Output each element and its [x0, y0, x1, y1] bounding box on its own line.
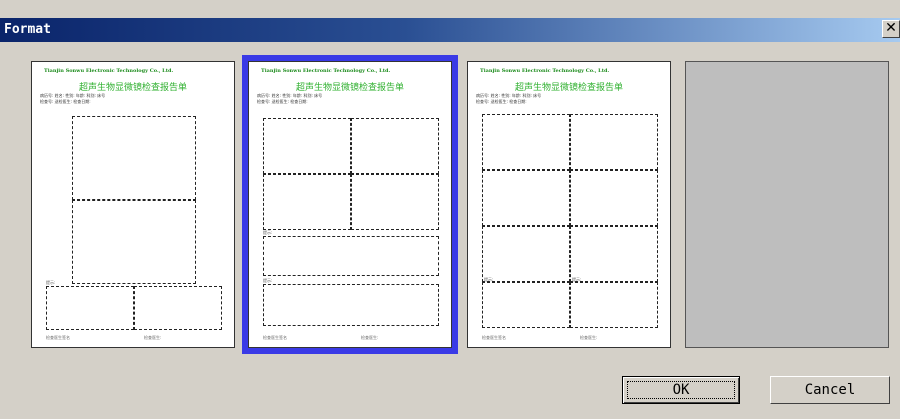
close-icon[interactable]: ✕ [882, 20, 900, 38]
image-slot [570, 170, 658, 226]
company-name: Tianjin Sonwu Electronic Technology Co.,… [44, 68, 174, 74]
footer-left: 检查医生签名 [482, 335, 506, 340]
image-slot [482, 170, 570, 226]
focus-rect [627, 381, 735, 399]
footer-left: 检查医生签名 [46, 335, 70, 340]
text-slot [263, 236, 439, 276]
report-title: 超声生物显微镜检查报告单 [514, 83, 623, 93]
template-option-1[interactable]: Tianjin Sonwu Electronic Technology Co.,… [31, 61, 235, 348]
image-slot [134, 286, 222, 330]
image-slot [570, 282, 658, 328]
image-slot [263, 174, 351, 230]
template-option-blank[interactable] [685, 61, 889, 348]
format-dialog: Format ✕ Tianjin Sonwu Electronic Techno… [0, 0, 900, 419]
image-slot [482, 282, 570, 328]
company-name: Tianjin Sonwu Electronic Technology Co.,… [480, 68, 610, 74]
image-slot [351, 174, 439, 230]
company-name: Tianjin Sonwu Electronic Technology Co.,… [261, 68, 391, 74]
image-slot [72, 200, 196, 284]
image-slot [351, 118, 439, 174]
report-meta-line: 检查号: 送检医生: 检查日期: [40, 99, 91, 104]
cancel-button[interactable]: Cancel [770, 376, 890, 404]
cancel-button-label: Cancel [804, 382, 856, 398]
image-slot [263, 118, 351, 174]
image-slot [482, 226, 570, 282]
title-bar: Format [0, 18, 900, 42]
footer-right: 检查医生: [580, 335, 598, 340]
window-title: Format [4, 22, 51, 37]
report-meta-line: 检查号: 送检医生: 检查日期: [257, 99, 308, 104]
template-option-3[interactable]: Tianjin Sonwu Electronic Technology Co.,… [467, 61, 671, 348]
ok-button[interactable]: OK [622, 376, 740, 404]
image-slot [482, 114, 570, 170]
report-title: 超声生物显微镜检查报告单 [78, 83, 187, 93]
image-slot [46, 286, 134, 330]
footer-right: 检查医生: [144, 335, 162, 340]
image-slot [72, 116, 196, 200]
image-slot [570, 226, 658, 282]
footer-left: 检查医生签名 [263, 335, 287, 340]
footer-right: 检查医生: [361, 335, 379, 340]
template-option-2[interactable]: Tianjin Sonwu Electronic Technology Co.,… [242, 55, 458, 354]
image-slot [570, 114, 658, 170]
report-title: 超声生物显微镜检查报告单 [295, 83, 404, 93]
report-meta-line: 检查号: 送检医生: 检查日期: [476, 99, 527, 104]
text-slot [263, 284, 439, 326]
